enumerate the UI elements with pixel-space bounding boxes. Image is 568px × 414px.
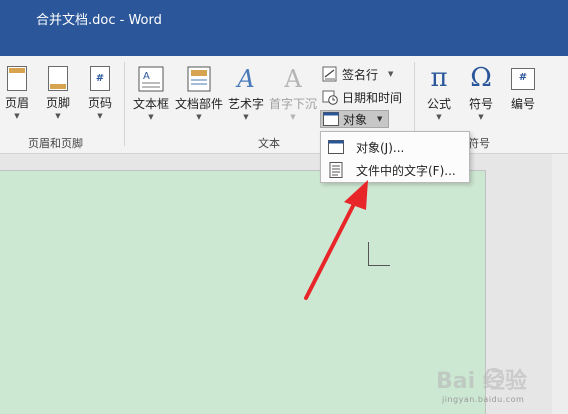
footer-page-icon: [48, 66, 68, 91]
group-divider: [124, 62, 125, 146]
symbol-button[interactable]: Ω 符号 ▼: [464, 64, 498, 121]
drop-cap-icon: A: [284, 65, 302, 93]
chevron-down-icon: ▼: [97, 112, 103, 120]
group-label-text: 文本: [258, 137, 280, 150]
menu-item-object[interactable]: 对象(J)...: [321, 135, 469, 159]
text-cursor-corner-mark: [368, 242, 390, 266]
title-bar: 合并文档.doc - Word: [0, 0, 568, 56]
document-page[interactable]: [0, 170, 486, 414]
header-button[interactable]: 页眉 ▼: [2, 66, 32, 120]
svg-text:Bai 经验: Bai 经验: [436, 368, 527, 394]
text-from-file-icon: [329, 162, 343, 178]
symbol-icon: Ω: [470, 63, 492, 93]
date-time-icon: [322, 90, 338, 105]
object-icon: [323, 112, 339, 126]
textbox-icon: A: [138, 66, 164, 92]
quick-parts-button[interactable]: 文档部件 ▼: [174, 66, 224, 121]
chevron-down-icon: ▼: [290, 113, 296, 121]
footer-button[interactable]: 页脚 ▼: [43, 66, 73, 120]
chevron-down-icon: ▼: [478, 113, 484, 121]
date-time-button[interactable]: 日期和时间: [322, 88, 402, 106]
textbox-button[interactable]: A 文本框 ▼: [130, 66, 172, 121]
watermark-url: jingyan.baidu.com: [442, 395, 525, 404]
object-button[interactable]: 对象 ▼: [320, 110, 390, 128]
signature-line-button[interactable]: 签名行 ▼: [322, 65, 393, 83]
wordart-button[interactable]: A 艺术字 ▼: [226, 66, 266, 121]
page-number-icon: #: [90, 66, 110, 91]
chevron-down-icon: ▼: [388, 70, 394, 78]
object-window-icon: [328, 140, 344, 154]
drop-cap-button[interactable]: A 首字下沉 ▼: [268, 66, 318, 121]
ribbon: 页眉 ▼ 页脚 ▼ # 页码 ▼ 页眉和页脚 A 文本框 ▼ 文档部件 ▼ A …: [0, 56, 568, 154]
menu-item-text-from-file[interactable]: 文件中的文字(F)...: [321, 158, 469, 182]
equation-button[interactable]: π 公式 ▼: [422, 64, 456, 121]
object-dropdown-menu: 对象(J)... 文件中的文字(F)...: [320, 131, 470, 183]
signature-line-icon: [322, 66, 337, 82]
chevron-down-icon: ▼: [436, 113, 442, 121]
svg-text:A: A: [143, 71, 150, 82]
chevron-down-icon: ▼: [243, 113, 249, 121]
header-page-icon: [7, 66, 27, 91]
group-label-header-footer: 页眉和页脚: [28, 137, 83, 150]
chevron-down-icon: ▼: [377, 115, 383, 123]
equation-icon: π: [430, 63, 448, 93]
wordart-icon: A: [237, 65, 255, 93]
chevron-down-icon: ▼: [14, 112, 20, 120]
numbering-button[interactable]: # 编号: [506, 68, 540, 112]
numbering-icon: #: [511, 68, 535, 90]
quick-parts-icon: [187, 66, 211, 92]
chevron-down-icon: ▼: [55, 112, 61, 120]
window-title: 合并文档.doc - Word: [36, 13, 162, 28]
chevron-down-icon: ▼: [148, 113, 154, 121]
chevron-down-icon: ▼: [196, 113, 202, 121]
page-number-button[interactable]: # 页码 ▼: [85, 66, 115, 120]
group-label-symbols: 符号: [468, 137, 490, 150]
